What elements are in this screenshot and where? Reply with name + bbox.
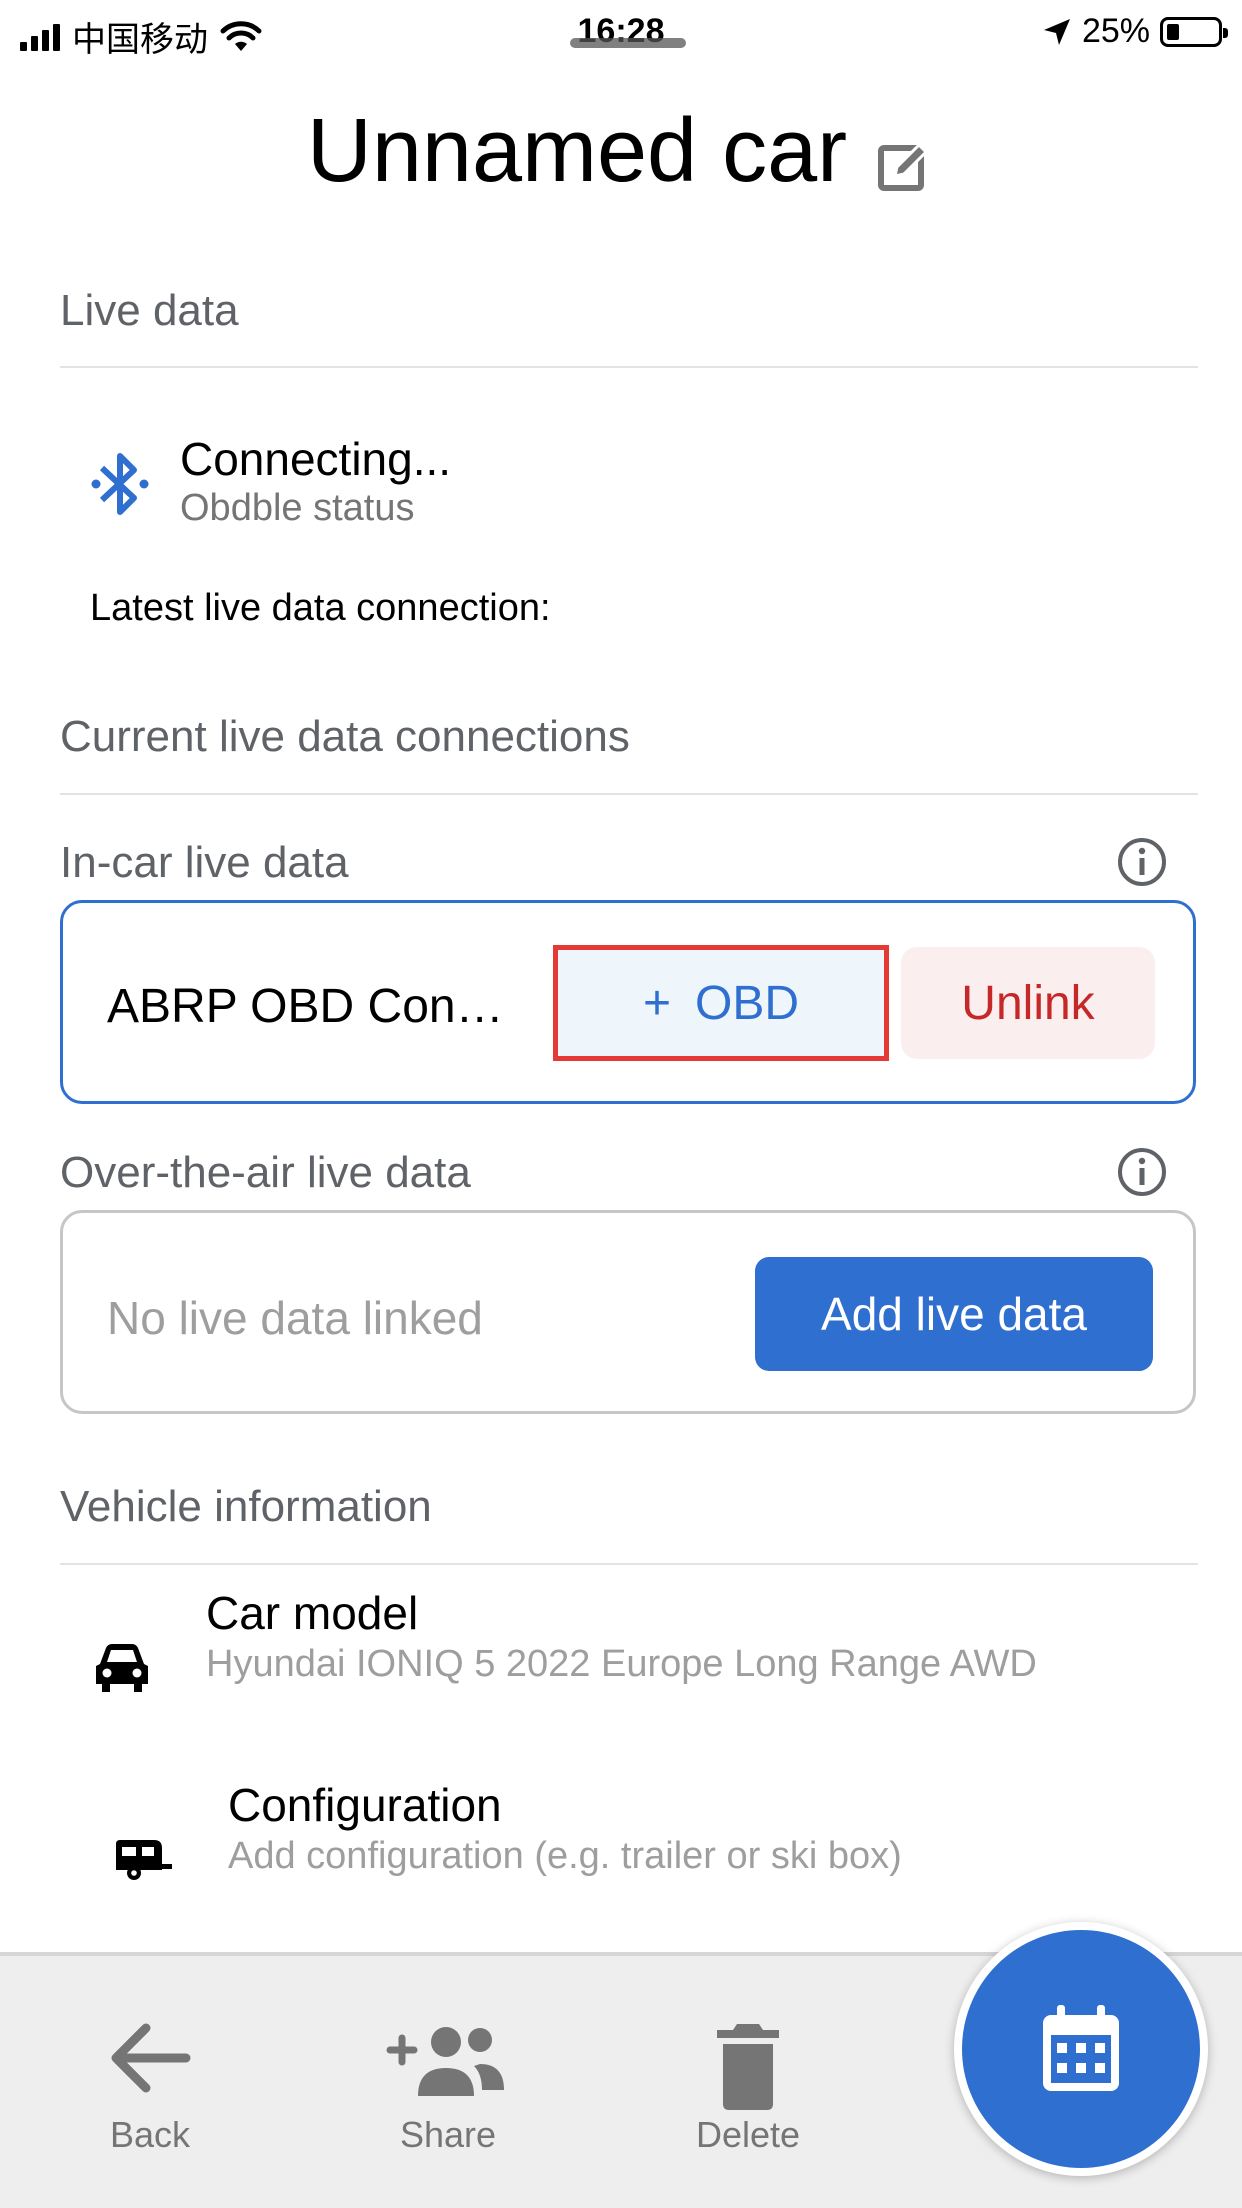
ota-live-data-card: No live data linked Add live data bbox=[60, 1210, 1196, 1414]
in-car-live-data-label: In-car live data bbox=[60, 838, 349, 887]
back-label: Back bbox=[109, 2114, 191, 2155]
car-model-value: Hyundai IONIQ 5 2022 Europe Long Range A… bbox=[206, 1643, 1037, 1685]
latest-connection-label: Latest live data connection: bbox=[90, 587, 551, 629]
car-model-label: Car model bbox=[206, 1587, 419, 1639]
time-indicator-pill bbox=[570, 38, 686, 48]
share-label: Share bbox=[399, 2114, 497, 2155]
battery-icon bbox=[1160, 16, 1228, 47]
device-name: ABRP OBD Connect bbox=[107, 980, 527, 1033]
divider bbox=[60, 793, 1198, 795]
caravan-icon bbox=[116, 1840, 172, 1880]
trash-icon bbox=[717, 2024, 779, 2110]
calendar-button[interactable] bbox=[954, 1922, 1208, 2176]
obd-button-label: OBD bbox=[695, 976, 800, 1030]
location-icon bbox=[1043, 18, 1070, 45]
divider bbox=[60, 1563, 1198, 1565]
edit-icon[interactable] bbox=[875, 136, 935, 196]
add-live-data-button[interactable]: Add live data bbox=[755, 1257, 1153, 1371]
status-bar-right: 25% bbox=[1042, 12, 1228, 51]
current-connections-header: Current live data connections bbox=[60, 712, 630, 761]
no-live-data-text: No live data linked bbox=[107, 1292, 483, 1344]
back-arrow-icon bbox=[111, 2023, 191, 2093]
vehicle-information-header: Vehicle information bbox=[60, 1482, 432, 1531]
in-car-live-data-card: ABRP OBD Connect + OBD Unlink bbox=[60, 900, 1196, 1104]
configuration-value: Add configuration (e.g. trailer or ski b… bbox=[228, 1835, 902, 1877]
plus-icon: + bbox=[642, 976, 671, 1030]
title-row: Unnamed car bbox=[0, 96, 1242, 206]
calendar-icon bbox=[1043, 2005, 1119, 2091]
bluetooth-icon bbox=[91, 453, 149, 515]
delete-button[interactable]: Delete bbox=[648, 1956, 848, 2208]
divider bbox=[60, 366, 1198, 368]
add-group-icon bbox=[386, 2027, 504, 2096]
live-data-header: Live data bbox=[60, 286, 239, 335]
info-icon[interactable] bbox=[1116, 1146, 1168, 1198]
unlink-button[interactable]: Unlink bbox=[901, 947, 1155, 1059]
connection-status-subtitle: Obdble status bbox=[180, 487, 415, 529]
add-obd-button[interactable]: + OBD bbox=[553, 945, 889, 1061]
ota-live-data-label: Over-the-air live data bbox=[60, 1148, 471, 1197]
page-title: Unnamed car bbox=[306, 100, 848, 201]
delete-label: Delete bbox=[695, 2114, 801, 2155]
share-button[interactable]: Share bbox=[348, 1956, 548, 2208]
connection-status: Connecting... bbox=[180, 433, 452, 485]
battery-percent: 25% bbox=[1081, 12, 1150, 50]
configuration-label: Configuration bbox=[228, 1779, 502, 1831]
back-button[interactable]: Back bbox=[50, 1956, 250, 2208]
car-icon bbox=[96, 1644, 148, 1692]
info-icon[interactable] bbox=[1116, 836, 1168, 888]
car-settings-screen: 中国移动 16:28 25% Unnamed car Live data Con… bbox=[0, 0, 1242, 2208]
status-bar: 中国移动 16:28 25% bbox=[0, 0, 1242, 66]
